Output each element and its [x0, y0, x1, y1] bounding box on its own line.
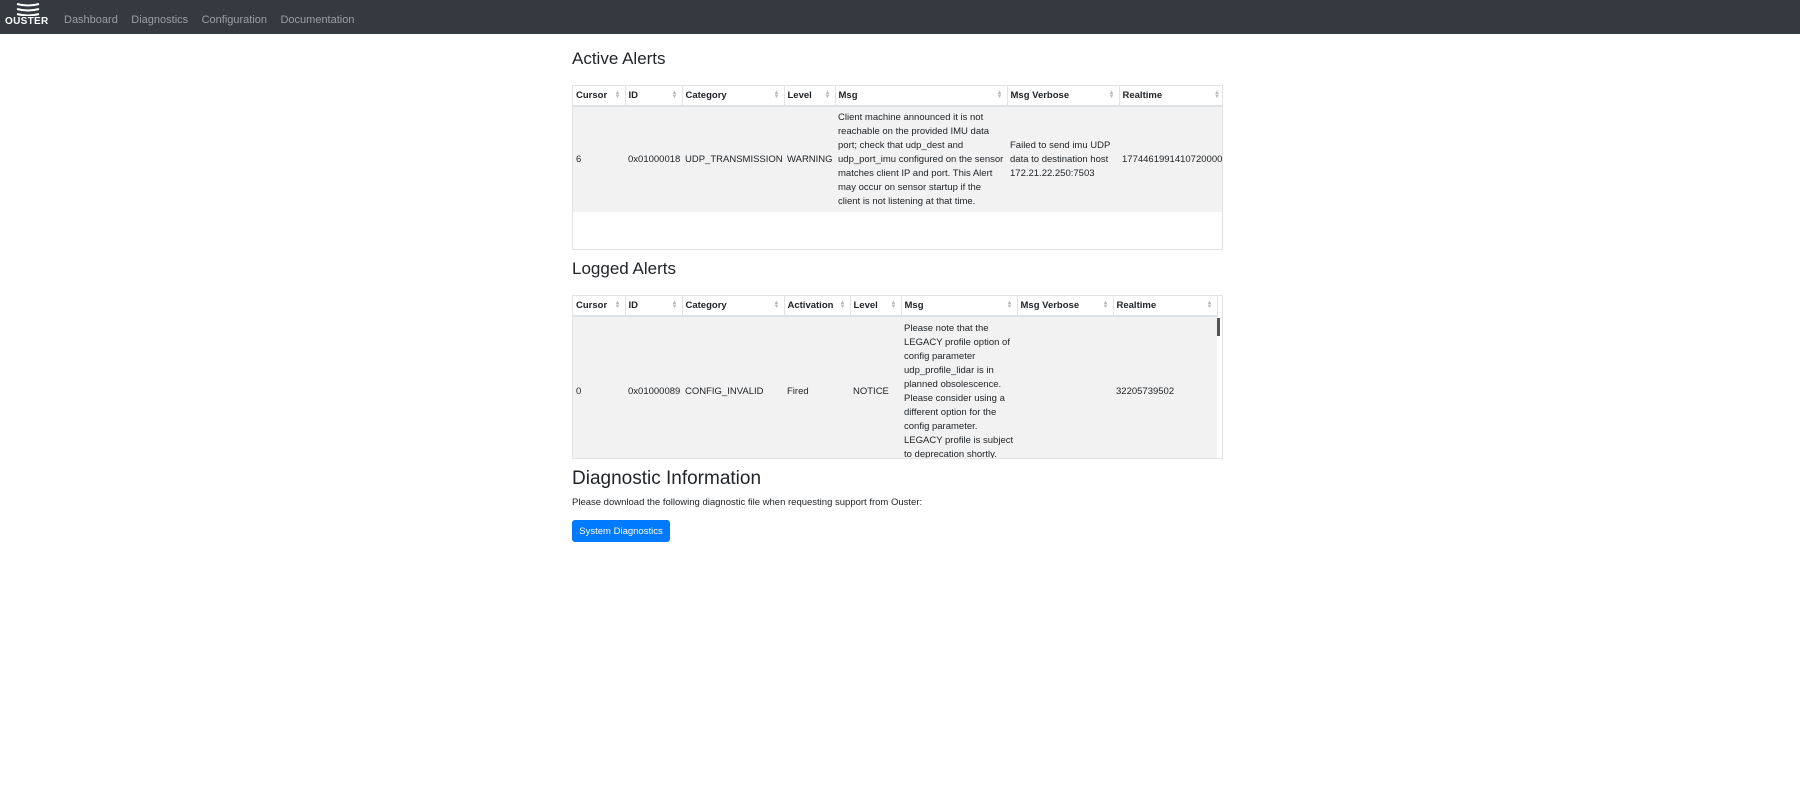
- col-header-level[interactable]: Level ▲ ▼: [784, 86, 836, 107]
- sort-icon[interactable]: ▲ ▼: [615, 90, 621, 100]
- sort-icon[interactable]: ▲ ▼: [1214, 90, 1220, 100]
- cell-activation: Fired: [784, 316, 850, 458]
- col-header-cursor[interactable]: Cursor ▲ ▼: [573, 296, 626, 317]
- nav-links: Dashboard Diagnostics Configuration Docu…: [64, 10, 363, 28]
- col-header-category[interactable]: Category ▲ ▼: [682, 86, 785, 107]
- nav-configuration[interactable]: Configuration: [202, 14, 267, 26]
- sort-icon[interactable]: ▲ ▼: [1103, 300, 1109, 310]
- cell-realtime: 32205739502: [1113, 316, 1217, 458]
- logged-alerts-title: Logged Alerts: [572, 259, 676, 278]
- col-header-activation[interactable]: Activation ▲ ▼: [784, 296, 851, 317]
- sort-icon[interactable]: ▲ ▼: [774, 90, 780, 100]
- sort-icon[interactable]: ▲ ▼: [615, 300, 621, 310]
- col-header-cursor[interactable]: Cursor ▲ ▼: [573, 86, 626, 107]
- sort-icon[interactable]: ▲ ▼: [891, 300, 897, 310]
- sort-icon[interactable]: ▲ ▼: [840, 300, 846, 310]
- nav-dashboard[interactable]: Dashboard: [64, 14, 118, 26]
- cell-id: 0x01000018: [625, 106, 682, 212]
- col-header-realtime[interactable]: Realtime ▲ ▼: [1113, 296, 1218, 317]
- cell-msg-verbose: [1017, 316, 1113, 458]
- table-row[interactable]: 6 0x01000018 UDP_TRANSMISSION WARNING Cl…: [573, 106, 1222, 212]
- active-alerts-table: Cursor ▲ ▼ ID ▲ ▼ Category ▲ ▼ Level ▲ ▼ Msg ▲ ▼ M…: [572, 85, 1223, 250]
- ouster-logo[interactable]: OUSTER: [4, 1, 52, 33]
- sort-icon[interactable]: ▲ ▼: [774, 300, 780, 310]
- col-header-level[interactable]: Level ▲ ▼: [850, 296, 902, 317]
- table-row[interactable]: 0 0x01000089 CONFIG_INVALID Fired NOTICE…: [573, 316, 1217, 458]
- col-header-msg[interactable]: Msg ▲ ▼: [835, 86, 1008, 107]
- col-header-id[interactable]: ID ▲ ▼: [625, 86, 683, 107]
- active-alerts-header-row: Cursor ▲ ▼ ID ▲ ▼ Category ▲ ▼ Level ▲ ▼ Msg ▲ ▼ M…: [573, 86, 1222, 107]
- diagnostic-info-title: Diagnostic Information: [572, 468, 762, 489]
- top-navbar: OUSTER Dashboard Diagnostics Configurati…: [0, 0, 1800, 34]
- cell-realtime: 1774461991410720000: [1119, 106, 1222, 212]
- logged-alerts-header-row: Cursor ▲ ▼ ID ▲ ▼ Category ▲ ▼ Activation ▲ ▼ Le…: [573, 296, 1218, 317]
- cell-id: 0x01000089: [625, 316, 682, 458]
- cell-msg-verbose: Failed to send imu UDP data to destinati…: [1007, 106, 1119, 212]
- sort-icon[interactable]: ▲ ▼: [672, 300, 678, 310]
- logo-text: OUSTER: [5, 16, 49, 27]
- sort-icon[interactable]: ▲ ▼: [1207, 300, 1213, 310]
- cell-category: CONFIG_INVALID: [682, 316, 784, 458]
- nav-diagnostics[interactable]: Diagnostics: [131, 14, 188, 26]
- cell-level: WARNING: [784, 106, 835, 212]
- cell-cursor: 6: [573, 106, 625, 212]
- ouster-logo-icon: [16, 3, 40, 16]
- col-header-msg-verbose[interactable]: Msg Verbose ▲ ▼: [1017, 296, 1114, 317]
- sort-icon[interactable]: ▲ ▼: [672, 90, 678, 100]
- col-header-msg-verbose[interactable]: Msg Verbose ▲ ▼: [1007, 86, 1120, 107]
- sort-icon[interactable]: ▲ ▼: [1109, 90, 1115, 100]
- system-diagnostics-button[interactable]: System Diagnostics: [572, 520, 670, 542]
- col-header-category[interactable]: Category ▲ ▼: [682, 296, 785, 317]
- logged-alerts-table[interactable]: Cursor ▲ ▼ ID ▲ ▼ Category ▲ ▼ Activation ▲ ▼ Le…: [572, 295, 1223, 459]
- sort-icon[interactable]: ▲ ▼: [1007, 300, 1013, 310]
- sort-icon[interactable]: ▲ ▼: [825, 90, 831, 100]
- nav-documentation[interactable]: Documentation: [280, 14, 354, 26]
- cell-msg: Client machine announced it is not reach…: [835, 106, 1007, 212]
- sort-icon[interactable]: ▲ ▼: [997, 90, 1003, 100]
- col-header-msg[interactable]: Msg ▲ ▼: [901, 296, 1018, 317]
- active-alerts-title: Active Alerts: [572, 49, 666, 68]
- cell-msg: Please note that the LEGACY profile opti…: [901, 316, 1017, 458]
- col-header-id[interactable]: ID ▲ ▼: [625, 296, 683, 317]
- scrollbar-thumb[interactable]: [1217, 318, 1220, 336]
- col-header-realtime[interactable]: Realtime ▲ ▼: [1119, 86, 1222, 107]
- cell-cursor: 0: [573, 316, 625, 458]
- cell-level: NOTICE: [850, 316, 901, 458]
- cell-category: UDP_TRANSMISSION: [682, 106, 784, 212]
- diagnostic-info-text: Please download the following diagnostic…: [572, 497, 923, 508]
